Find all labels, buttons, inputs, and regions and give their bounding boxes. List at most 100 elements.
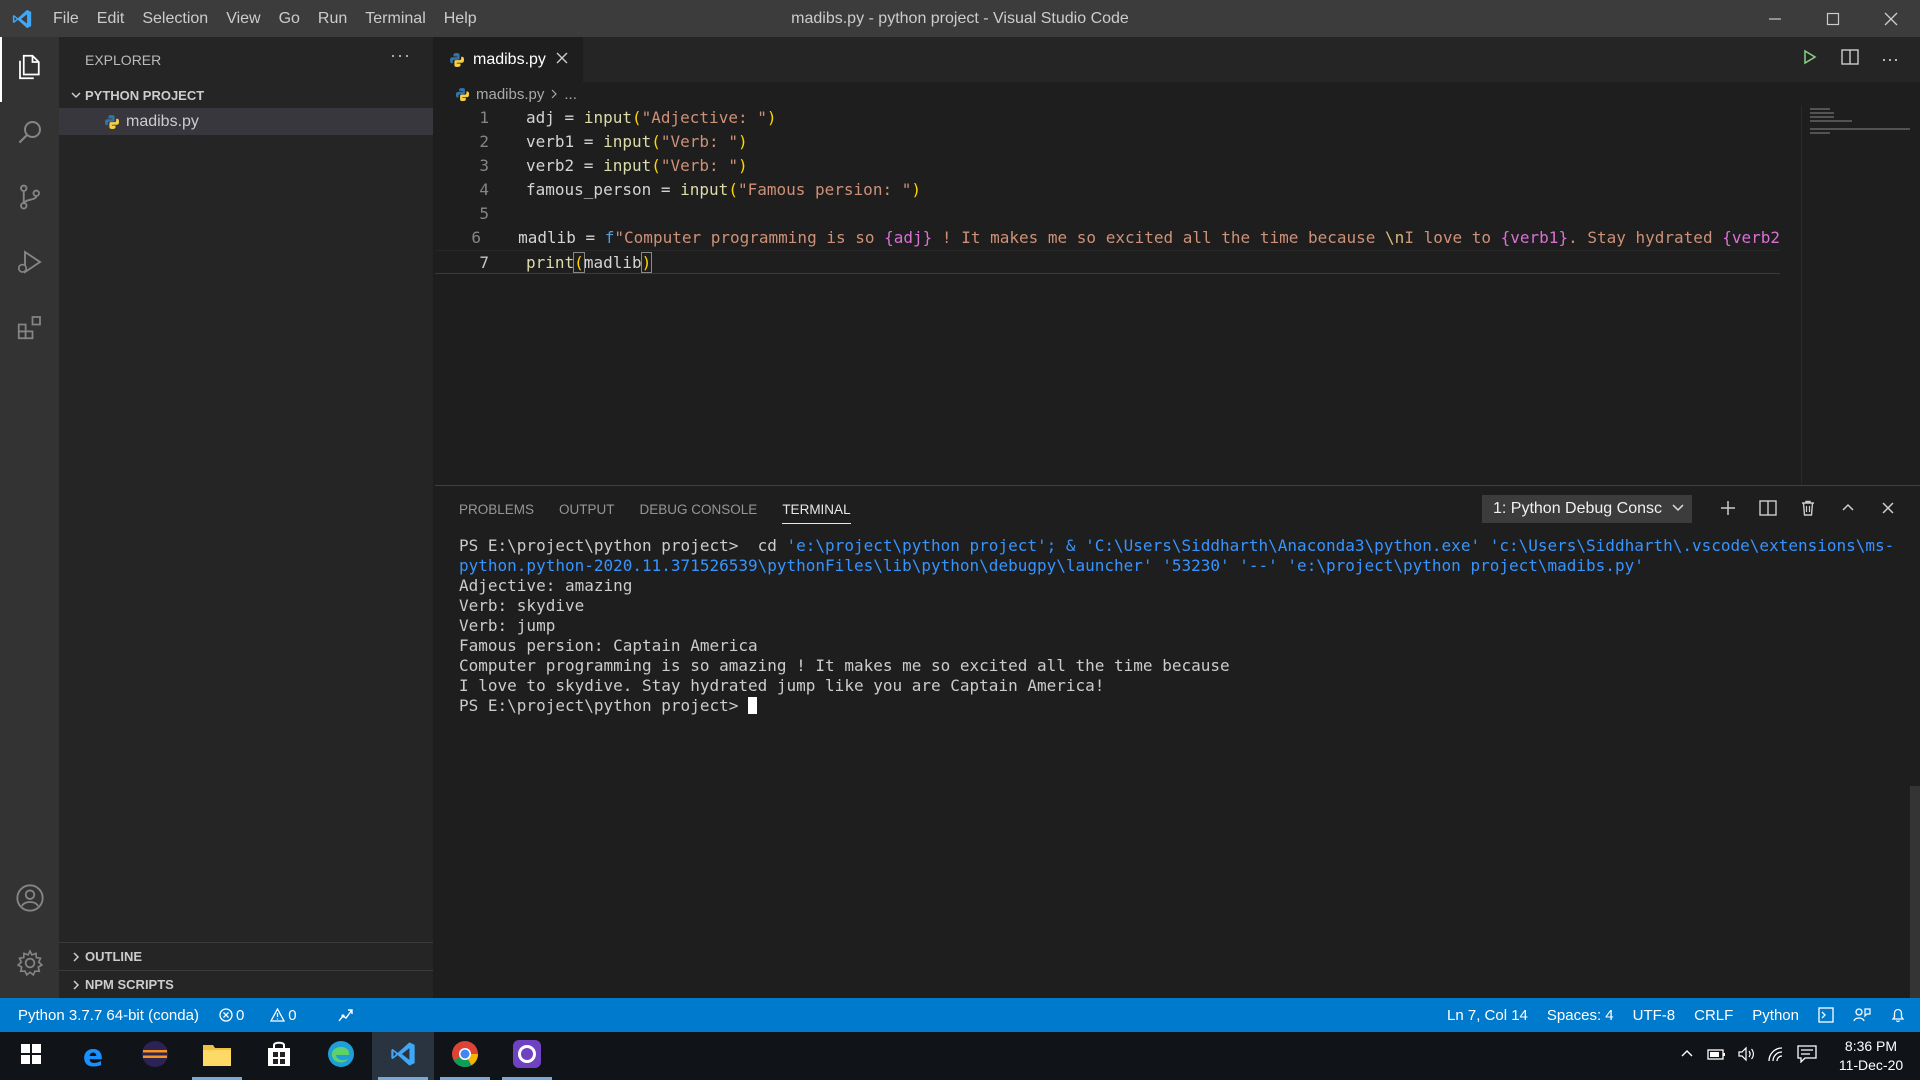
menu-help[interactable]: Help — [435, 0, 486, 37]
close-tab-icon[interactable] — [556, 51, 568, 69]
panel-tabs: PROBLEMS OUTPUT DEBUG CONSOLE TERMINAL 1… — [435, 486, 1920, 532]
taskbar-vscode[interactable] — [372, 1032, 434, 1080]
source-control-activity-button[interactable] — [0, 167, 59, 232]
run-debug-activity-button[interactable] — [0, 232, 59, 297]
menu-run[interactable]: Run — [309, 0, 356, 37]
terminal-prompt: PS E:\project\python project> — [459, 536, 748, 555]
edge-icon — [326, 1039, 356, 1074]
account-icon — [14, 882, 46, 919]
npm-scripts-section-header[interactable]: NPM SCRIPTS — [59, 970, 433, 998]
show-hidden-icons-button[interactable] — [1672, 1047, 1702, 1066]
maximize-panel-button[interactable] — [1828, 501, 1868, 518]
line-number: 5 — [479, 204, 489, 223]
start-button[interactable] — [0, 1032, 62, 1080]
terminal-line: Adjective: amazing — [459, 576, 633, 595]
tab-madibs[interactable]: madibs.py — [435, 37, 583, 82]
files-icon — [15, 52, 45, 87]
maximize-button[interactable] — [1804, 0, 1862, 37]
run-file-button[interactable] — [1790, 49, 1830, 70]
terminal-scrollbar[interactable] — [1910, 786, 1920, 999]
close-icon — [1881, 501, 1895, 518]
live-share-icon — [337, 1007, 355, 1023]
breadcrumb-file[interactable]: madibs.py — [476, 86, 544, 103]
project-folder-header[interactable]: PYTHON PROJECT — [59, 82, 433, 108]
search-activity-button[interactable] — [0, 102, 59, 167]
taskbar-store[interactable] — [248, 1032, 310, 1080]
taskbar-file-explorer[interactable] — [186, 1032, 248, 1080]
breadcrumb-symbols[interactable]: ... — [564, 86, 577, 103]
file-item-madibs[interactable]: madibs.py — [59, 108, 433, 135]
warning-count: 0 — [288, 1006, 297, 1024]
chevron-down-icon — [1671, 500, 1685, 519]
terminal-line: Famous persion: Captain America — [459, 636, 758, 655]
chevron-right-icon — [67, 951, 85, 963]
split-terminal-button[interactable] — [1748, 499, 1788, 519]
problems-status[interactable]: 0 0 — [219, 1007, 317, 1024]
taskbar-chrome[interactable] — [434, 1032, 496, 1080]
notification-center-button[interactable] — [1792, 1044, 1822, 1068]
split-editor-button[interactable] — [1830, 49, 1870, 70]
terminal-output[interactable]: PS E:\project\python project> cd 'e:\pro… — [435, 532, 1895, 716]
language-mode-status[interactable]: Python — [1752, 1007, 1799, 1024]
tab-problems[interactable]: PROBLEMS — [459, 486, 534, 532]
terminal-select[interactable]: 1: Python Debug Consc — [1482, 495, 1692, 523]
trash-icon — [1800, 500, 1816, 519]
minimap[interactable] — [1801, 106, 1920, 485]
edge-legacy-icon: e — [82, 1038, 104, 1074]
python-interpreter-status[interactable]: Python 3.7.7 64-bit (conda) — [18, 1007, 199, 1024]
tab-output[interactable]: OUTPUT — [559, 486, 615, 532]
encoding-status[interactable]: UTF-8 — [1633, 1007, 1676, 1024]
code-line: 5 — [435, 202, 1780, 226]
chevron-right-icon — [550, 89, 558, 99]
minimize-button[interactable] — [1746, 0, 1804, 37]
error-count: 0 — [235, 1006, 245, 1024]
chevron-up-icon — [1841, 501, 1855, 518]
speaker-icon — [1737, 1046, 1757, 1067]
line-number: 6 — [471, 228, 482, 247]
cursor-position-status[interactable]: Ln 7, Col 14 — [1447, 1007, 1528, 1024]
live-share-button[interactable] — [337, 1007, 375, 1023]
status-bar: Python 3.7.7 64-bit (conda) 0 0 Ln 7, Co… — [0, 998, 1920, 1032]
terminal-line: I love to skydive. Stay hydrated jump li… — [459, 676, 1105, 695]
accounts-activity-button[interactable] — [0, 868, 59, 933]
outline-section-header[interactable]: OUTLINE — [59, 942, 433, 970]
taskbar-eclipse[interactable] — [124, 1032, 186, 1080]
battery-tray-button[interactable] — [1702, 1047, 1732, 1066]
editor-more-actions-button[interactable]: ··· — [1870, 49, 1910, 70]
taskbar-clock[interactable]: 8:36 PM 11-Dec-20 — [1822, 1037, 1920, 1075]
extensions-activity-button[interactable] — [0, 297, 59, 362]
taskbar-edge[interactable] — [310, 1032, 372, 1080]
menu-terminal[interactable]: Terminal — [356, 0, 434, 37]
menu-go[interactable]: Go — [270, 0, 309, 37]
menu-selection[interactable]: Selection — [133, 0, 217, 37]
eol-status[interactable]: CRLF — [1694, 1007, 1733, 1024]
volume-tray-button[interactable] — [1732, 1046, 1762, 1067]
code-editor[interactable]: 1 adj = input("Adjective: ") 2 verb1 = inp… — [435, 106, 1780, 485]
explorer-activity-button[interactable] — [0, 37, 59, 102]
network-tray-button[interactable] — [1762, 1046, 1792, 1067]
bell-icon[interactable] — [1890, 1007, 1906, 1023]
tab-debug-console[interactable]: DEBUG CONSOLE — [640, 486, 758, 532]
taskbar-github-desktop[interactable] — [496, 1032, 558, 1080]
windows-logo-icon — [20, 1043, 42, 1070]
taskbar-edge-legacy[interactable]: e — [62, 1032, 124, 1080]
editor-group: madibs.py ··· madibs.py ... 1 adj = input… — [435, 37, 1920, 485]
feedback-icon[interactable] — [1853, 1007, 1871, 1023]
terminal-line: Verb: jump — [459, 616, 556, 635]
close-window-button[interactable] — [1862, 0, 1920, 37]
menu-bar: File Edit Selection View Go Run Terminal… — [44, 0, 486, 37]
terminal-status-icon[interactable] — [1818, 1007, 1834, 1023]
indentation-status[interactable]: Spaces: 4 — [1547, 1007, 1614, 1024]
new-terminal-button[interactable] — [1708, 500, 1748, 519]
close-panel-button[interactable] — [1868, 501, 1908, 518]
kill-terminal-button[interactable] — [1788, 500, 1828, 519]
menu-view[interactable]: View — [217, 0, 269, 37]
menu-file[interactable]: File — [44, 0, 88, 37]
more-actions-icon[interactable]: ··· — [390, 45, 411, 66]
vscode-logo-icon — [0, 0, 44, 37]
menu-edit[interactable]: Edit — [88, 0, 134, 37]
file-item-label: madibs.py — [126, 112, 199, 130]
manage-activity-button[interactable] — [0, 933, 59, 998]
code-line: 1 adj = input("Adjective: ") — [435, 106, 1780, 130]
tab-terminal[interactable]: TERMINAL — [782, 486, 851, 532]
